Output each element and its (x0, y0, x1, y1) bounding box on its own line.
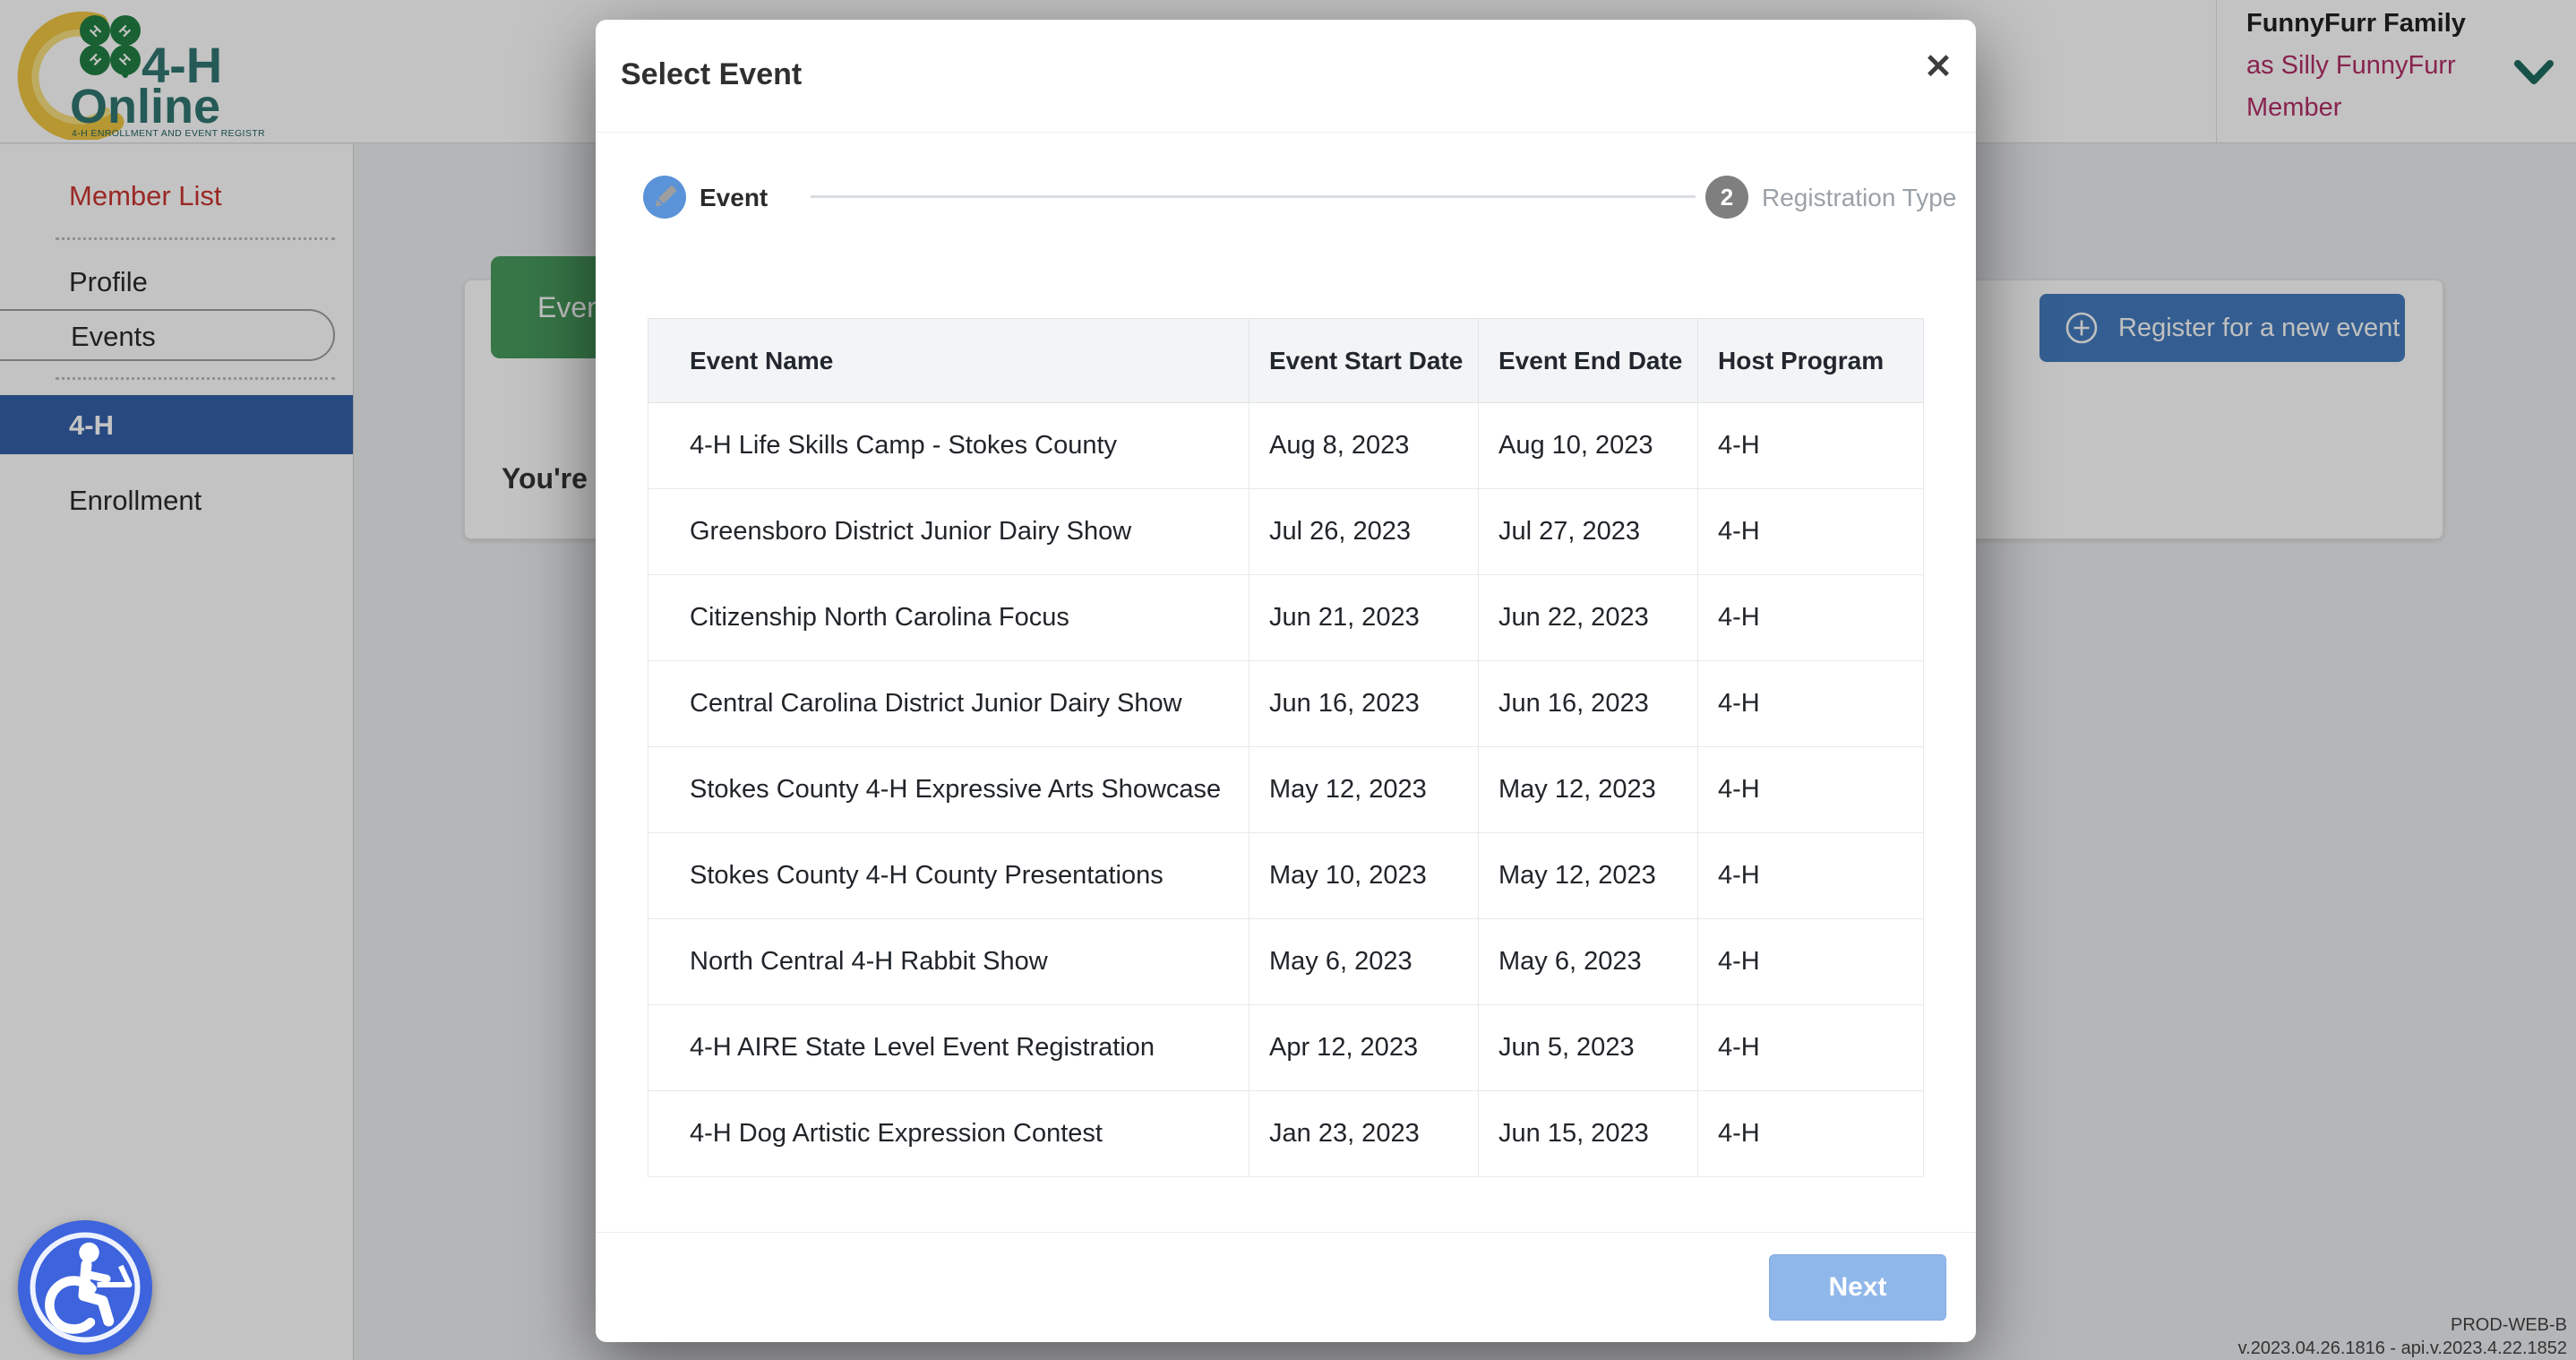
event-end-cell: Jun 5, 2023 (1479, 1005, 1698, 1091)
event-table-row[interactable]: North Central 4-H Rabbit Show May 6, 202… (648, 919, 1924, 1005)
event-end-cell: Jun 15, 2023 (1479, 1091, 1698, 1177)
step-1-indicator (643, 176, 686, 219)
event-start-cell: May 12, 2023 (1249, 747, 1479, 833)
event-name-cell: Citizenship North Carolina Focus (648, 575, 1249, 661)
event-end-cell: May 12, 2023 (1479, 833, 1698, 919)
modal-header-divider (596, 132, 1976, 133)
step-2-label: Registration Type (1762, 184, 1956, 212)
modal-footer-divider (596, 1232, 1976, 1233)
event-host-cell: 4-H (1698, 833, 1924, 919)
column-header-start-date: Event Start Date (1249, 319, 1479, 403)
event-start-cell: Jun 16, 2023 (1249, 661, 1479, 747)
event-start-cell: Apr 12, 2023 (1249, 1005, 1479, 1091)
event-table-body: 4-H Life Skills Camp - Stokes County Aug… (648, 403, 1924, 1177)
event-start-cell: Aug 8, 2023 (1249, 403, 1479, 489)
modal-close-button[interactable]: ✕ (1924, 50, 1953, 84)
event-end-cell: Aug 10, 2023 (1479, 403, 1698, 489)
event-table-row[interactable]: Citizenship North Carolina Focus Jun 21,… (648, 575, 1924, 661)
event-start-cell: Jul 26, 2023 (1249, 489, 1479, 575)
event-name-cell: 4-H Life Skills Camp - Stokes County (648, 403, 1249, 489)
accessibility-icon (18, 1220, 152, 1355)
event-start-cell: Jun 21, 2023 (1249, 575, 1479, 661)
event-start-cell: May 10, 2023 (1249, 833, 1479, 919)
event-name-cell: 4-H Dog Artistic Expression Contest (648, 1091, 1249, 1177)
event-name-cell: Central Carolina District Junior Dairy S… (648, 661, 1249, 747)
event-host-cell: 4-H (1698, 747, 1924, 833)
event-table-row[interactable]: Stokes County 4-H Expressive Arts Showca… (648, 747, 1924, 833)
event-table-row[interactable]: 4-H Life Skills Camp - Stokes County Aug… (648, 403, 1924, 489)
event-end-cell: Jul 27, 2023 (1479, 489, 1698, 575)
pencil-icon (643, 176, 686, 219)
event-start-cell: May 6, 2023 (1249, 919, 1479, 1005)
next-button[interactable]: Next (1769, 1254, 1946, 1321)
event-name-cell: Greensboro District Junior Dairy Show (648, 489, 1249, 575)
event-host-cell: 4-H (1698, 575, 1924, 661)
event-name-cell: Stokes County 4-H County Presentations (648, 833, 1249, 919)
event-end-cell: May 6, 2023 (1479, 919, 1698, 1005)
event-host-cell: 4-H (1698, 403, 1924, 489)
column-header-event-name: Event Name (648, 319, 1249, 403)
event-host-cell: 4-H (1698, 661, 1924, 747)
event-table-row[interactable]: Greensboro District Junior Dairy Show Ju… (648, 489, 1924, 575)
event-end-cell: Jun 16, 2023 (1479, 661, 1698, 747)
step-2-indicator: 2 (1705, 176, 1748, 219)
event-table-header-row: Event Name Event Start Date Event End Da… (648, 319, 1924, 403)
event-host-cell: 4-H (1698, 1005, 1924, 1091)
event-end-cell: May 12, 2023 (1479, 747, 1698, 833)
event-end-cell: Jun 22, 2023 (1479, 575, 1698, 661)
event-table-row[interactable]: 4-H AIRE State Level Event Registration … (648, 1005, 1924, 1091)
column-header-end-date: Event End Date (1479, 319, 1698, 403)
event-name-cell: Stokes County 4-H Expressive Arts Showca… (648, 747, 1249, 833)
event-table-row[interactable]: Central Carolina District Junior Dairy S… (648, 661, 1924, 747)
event-start-cell: Jan 23, 2023 (1249, 1091, 1479, 1177)
accessibility-button[interactable] (18, 1220, 152, 1355)
select-event-modal: Select Event ✕ Event 2 Registration Type… (596, 20, 1976, 1342)
modal-title: Select Event (621, 57, 802, 92)
event-host-cell: 4-H (1698, 1091, 1924, 1177)
event-host-cell: 4-H (1698, 489, 1924, 575)
event-host-cell: 4-H (1698, 919, 1924, 1005)
event-name-cell: North Central 4-H Rabbit Show (648, 919, 1249, 1005)
event-table-row[interactable]: 4-H Dog Artistic Expression Contest Jan … (648, 1091, 1924, 1177)
step-1-label: Event (700, 184, 768, 212)
event-table: Event Name Event Start Date Event End Da… (648, 318, 1924, 1177)
event-table-row[interactable]: Stokes County 4-H County Presentations M… (648, 833, 1924, 919)
app-root: H H H H 4-H Online 4-H ENROLLMENT AND EV… (0, 0, 2576, 1360)
stepper-connector (811, 195, 1696, 198)
event-name-cell: 4-H AIRE State Level Event Registration (648, 1005, 1249, 1091)
column-header-host-program: Host Program (1698, 319, 1924, 403)
